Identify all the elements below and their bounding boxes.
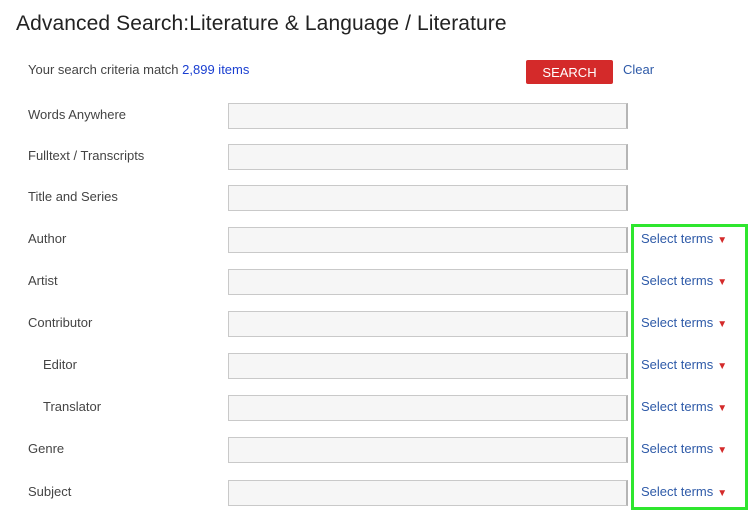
field-row-fulltext: Fulltext / Transcripts xyxy=(0,144,752,170)
field-label: Contributor xyxy=(28,315,93,330)
page-title: Advanced Search:Literature & Language / … xyxy=(16,12,507,35)
caret-down-icon: ▼ xyxy=(717,361,728,372)
search-button[interactable]: SEARCH xyxy=(526,60,613,84)
field-label: Words Anywhere xyxy=(28,107,127,122)
select-terms-label: Select terms xyxy=(641,231,714,246)
fulltext-input[interactable] xyxy=(228,144,628,170)
search-match-summary: Your search criteria match 2,899 items xyxy=(28,62,249,77)
field-label: Title and Series xyxy=(28,189,118,204)
editor-select-terms[interactable]: Select terms ▼ xyxy=(641,357,727,372)
contributor-input[interactable] xyxy=(228,311,628,337)
subject-select-terms[interactable]: Select terms ▼ xyxy=(641,484,727,499)
select-terms-label: Select terms xyxy=(641,441,714,456)
field-label: Editor xyxy=(43,357,77,372)
match-prefix: Your search criteria match xyxy=(28,62,179,77)
caret-down-icon: ▼ xyxy=(717,488,728,499)
genre-input[interactable] xyxy=(228,437,628,463)
caret-down-icon: ▼ xyxy=(717,445,728,456)
genre-select-terms[interactable]: Select terms ▼ xyxy=(641,441,727,456)
subject-input[interactable] xyxy=(228,480,628,506)
artist-select-terms[interactable]: Select terms ▼ xyxy=(641,273,727,288)
caret-down-icon: ▼ xyxy=(717,403,728,414)
author-input[interactable] xyxy=(228,227,628,253)
field-label: Genre xyxy=(28,441,65,456)
field-row-editor: Editor Select terms ▼ xyxy=(0,353,752,379)
caret-down-icon: ▼ xyxy=(717,235,728,246)
editor-input[interactable] xyxy=(228,353,628,379)
field-row-artist: Artist Select terms ▼ xyxy=(0,269,752,295)
field-row-genre: Genre Select terms ▼ xyxy=(0,437,752,463)
caret-down-icon: ▼ xyxy=(717,319,728,330)
field-row-words-anywhere: Words Anywhere xyxy=(0,103,752,129)
artist-input[interactable] xyxy=(228,269,628,295)
translator-input[interactable] xyxy=(228,395,628,421)
field-row-contributor: Contributor Select terms ▼ xyxy=(0,311,752,337)
field-row-title-series: Title and Series xyxy=(0,185,752,211)
select-terms-label: Select terms xyxy=(641,484,714,499)
field-label: Author xyxy=(28,231,67,246)
translator-select-terms[interactable]: Select terms ▼ xyxy=(641,399,727,414)
words-anywhere-input[interactable] xyxy=(228,103,628,129)
field-label: Subject xyxy=(28,484,72,499)
title-series-input[interactable] xyxy=(228,185,628,211)
caret-down-icon: ▼ xyxy=(717,277,728,288)
field-row-subject: Subject Select terms ▼ xyxy=(0,480,752,506)
clear-link[interactable]: Clear xyxy=(623,62,654,77)
contributor-select-terms[interactable]: Select terms ▼ xyxy=(641,315,727,330)
select-terms-label: Select terms xyxy=(641,273,714,288)
field-label: Translator xyxy=(43,399,102,414)
field-row-translator: Translator Select terms ▼ xyxy=(0,395,752,421)
select-terms-label: Select terms xyxy=(641,399,714,414)
select-terms-label: Select terms xyxy=(641,357,714,372)
field-label: Fulltext / Transcripts xyxy=(28,148,145,163)
field-label: Artist xyxy=(28,273,58,288)
author-select-terms[interactable]: Select terms ▼ xyxy=(641,231,727,246)
field-row-author: Author Select terms ▼ xyxy=(0,227,752,253)
match-count-link[interactable]: 2,899 items xyxy=(182,62,249,77)
select-terms-label: Select terms xyxy=(641,315,714,330)
